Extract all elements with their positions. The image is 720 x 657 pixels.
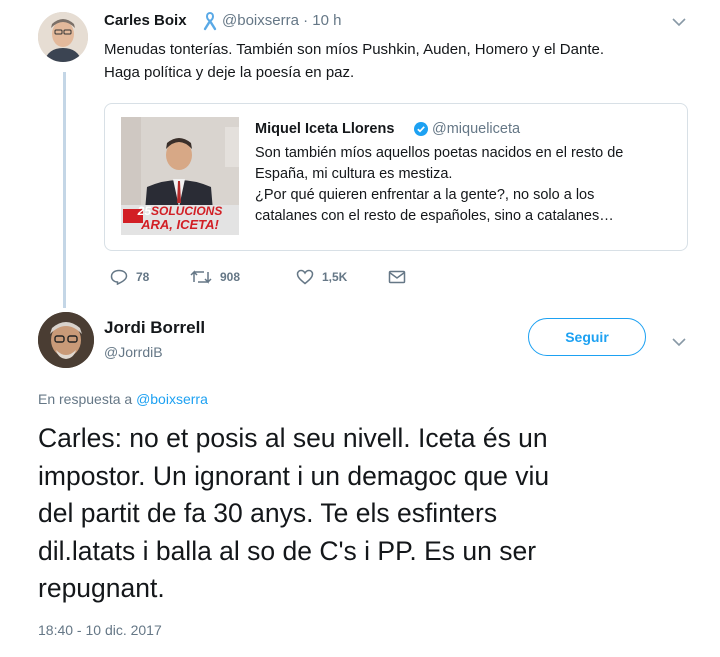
author-name[interactable]: Jordi Borrell <box>104 318 205 338</box>
quoted-author-name[interactable]: Miquel Iceta Llorens <box>255 121 394 137</box>
like-count: 1,5K <box>322 270 348 284</box>
image-caption-line: SOLUCIONS <box>151 204 223 218</box>
quoted-author-handle[interactable]: @miqueliceta <box>432 121 520 137</box>
reply-count: 78 <box>136 270 150 284</box>
avatar[interactable] <box>38 312 94 368</box>
reply-context: En respuesta a @boixserra <box>38 391 208 407</box>
tweet-text-line: Menudas tonterías. También son míos Push… <box>104 41 604 58</box>
reply-button[interactable]: 78 <box>110 266 149 288</box>
image-caption-line: ARA, ICETA! <box>141 217 219 232</box>
quoted-text-line: España, mi cultura es mestiza. <box>255 166 453 182</box>
like-button[interactable]: 1,5K <box>296 266 347 288</box>
retweet-icon <box>190 270 212 284</box>
direct-message-button[interactable] <box>388 266 414 288</box>
author-name[interactable]: Carles Boix <box>104 12 187 29</box>
reply-mention-link[interactable]: @boixserra <box>136 391 208 407</box>
verified-badge-icon <box>414 122 428 136</box>
tweet-text-line: Haga política y deje la poesía en paz. <box>104 64 355 81</box>
avatar[interactable] <box>38 12 88 62</box>
follow-button[interactable]: Seguir <box>528 318 646 356</box>
avatar-portrait-icon <box>38 12 88 62</box>
thread-line <box>63 72 66 308</box>
author-handle-line: @boixserra · 10 h <box>222 12 341 29</box>
retweet-button[interactable]: 908 <box>190 266 240 288</box>
reply-prefix: En respuesta a <box>38 391 133 407</box>
quoted-text-line: ¿Por qué quieren enfrentar a la gente?, … <box>255 187 595 203</box>
chevron-down-icon[interactable] <box>672 337 686 347</box>
retweet-count: 908 <box>220 270 241 284</box>
tweet-text: Carles: no et posis al seu nivell. Iceta… <box>38 420 700 608</box>
envelope-icon <box>388 270 406 284</box>
tweet-timestamp[interactable]: 18:40 - 10 dic. 2017 <box>38 622 162 638</box>
tweet-text-line: dil.latats i balla al so de C's i PP. Es… <box>38 535 537 566</box>
quoted-text-line: catalanes con el resto de españoles, sin… <box>255 208 614 224</box>
tweet-text-line: impostor. Un ignorant i un demagoc que v… <box>38 460 550 491</box>
tweet-text-line: repugnant. <box>38 573 165 603</box>
tweet-text: Menudas tonterías. También son míos Push… <box>104 38 694 84</box>
image-banner: 25SOLUCIONS ARA, ICETA! <box>121 205 239 235</box>
author-handle[interactable]: @JorrdiB <box>104 344 163 360</box>
chevron-down-icon[interactable] <box>672 17 686 27</box>
author-handle[interactable]: @boixserra <box>222 12 299 29</box>
quoted-tweet-image[interactable]: 25SOLUCIONS ARA, ICETA! <box>121 117 239 235</box>
quoted-text-line: Son también míos aquellos poetas nacidos… <box>255 145 624 161</box>
reply-icon <box>110 269 128 285</box>
tweet-text-line: Carles: no et posis al seu nivell. Iceta… <box>38 423 548 453</box>
tweet-text-line: del partit de fa 30 anys. Te els esfinte… <box>38 498 498 528</box>
heart-icon <box>296 269 314 285</box>
image-number: 25 <box>137 204 151 218</box>
separator-dot: · <box>303 12 309 29</box>
quoted-tweet-text: Son también míos aquellos poetas nacidos… <box>255 143 675 227</box>
ribbon-icon <box>203 11 217 31</box>
avatar-portrait-icon <box>38 312 94 368</box>
tweet-time[interactable]: 10 h <box>312 12 341 29</box>
